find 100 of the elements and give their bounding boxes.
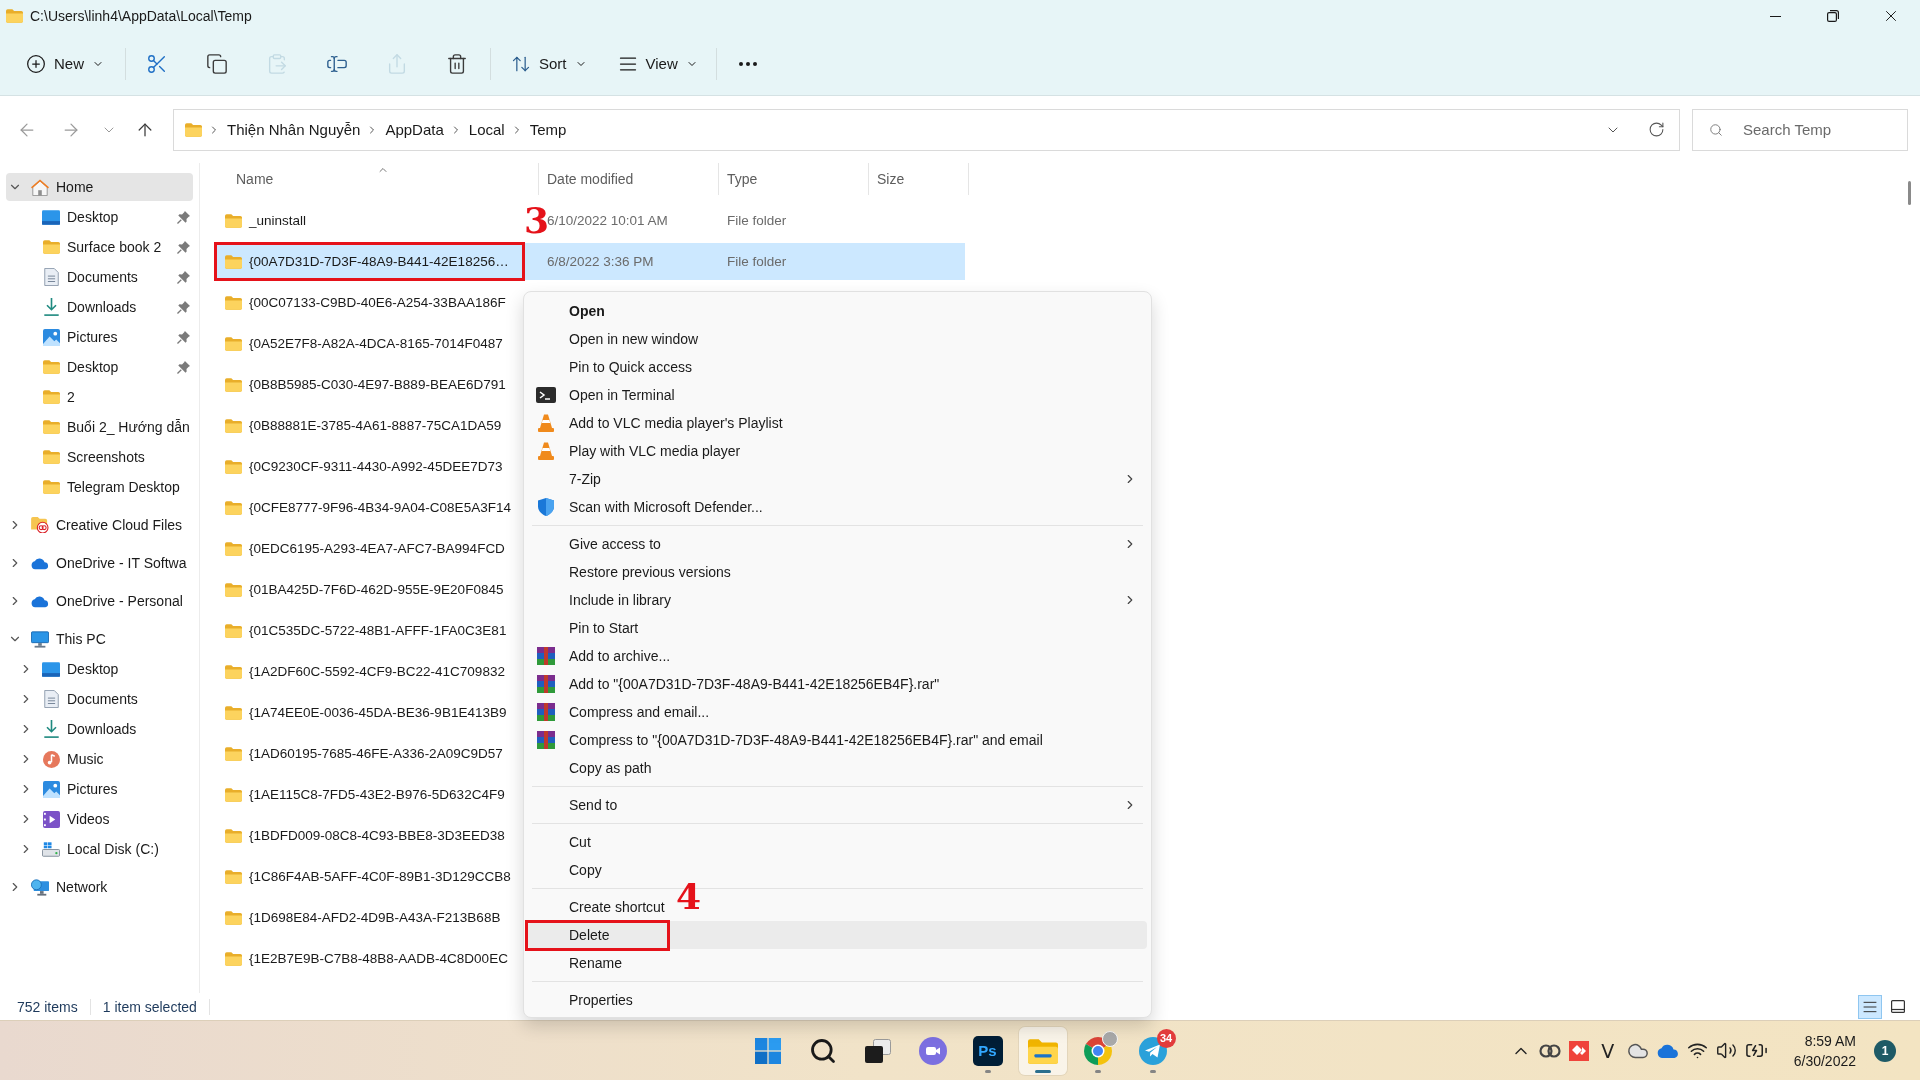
- sidebar-item[interactable]: Downloads: [6, 293, 193, 321]
- file-name[interactable]: {1E2B7E9B-C7B8-48B8-AADB-4C8D00EC: [249, 951, 508, 966]
- file-name[interactable]: {1A74EE0E-0036-45DA-BE36-9B1E413B9: [249, 705, 507, 720]
- menu-item[interactable]: Give access to: [528, 530, 1147, 558]
- clock-time[interactable]: 8:59 AM: [1804, 1030, 1856, 1051]
- menu-item[interactable]: Add to VLC media player's Playlist: [528, 409, 1147, 437]
- file-name[interactable]: {00C07133-C9BD-40E6-A254-33BAA186F: [249, 295, 506, 310]
- sidebar-item[interactable]: Home: [6, 173, 193, 201]
- menu-item[interactable]: Scan with Microsoft Defender...: [528, 493, 1147, 521]
- sidebar-item[interactable]: OneDrive - Personal: [6, 587, 193, 615]
- taskbar-app-button[interactable]: 34: [1128, 1026, 1177, 1075]
- view-button[interactable]: View: [609, 43, 706, 84]
- refresh-icon[interactable]: [1648, 121, 1665, 138]
- sidebar-item[interactable]: Local Disk (C:): [6, 835, 193, 863]
- menu-item[interactable]: Send to: [528, 791, 1147, 819]
- file-name[interactable]: {1D698E84-AFD2-4D9B-A43A-F213B68B: [249, 910, 501, 925]
- file-name[interactable]: {01C535DC-5722-48B1-AFFF-1FA0C3E81: [249, 623, 507, 638]
- menu-item[interactable]: Open in new window: [528, 325, 1147, 353]
- unread-count-badge: 34: [1156, 1028, 1176, 1048]
- sidebar-item[interactable]: 2: [6, 383, 193, 411]
- column-header[interactable]: Date modified: [539, 163, 719, 195]
- sidebar-item[interactable]: Documents: [6, 685, 193, 713]
- sidebar-item[interactable]: Desktop: [6, 353, 193, 381]
- menu-item[interactable]: Play with VLC media player: [528, 437, 1147, 465]
- menu-item[interactable]: Open: [528, 297, 1147, 325]
- breadcrumb-item[interactable]: Thiện Nhân Nguyễn: [227, 121, 361, 138]
- file-name[interactable]: {1A2DF60C-5592-4CF9-BC22-41C709832: [249, 664, 505, 679]
- file-name[interactable]: {0CFE8777-9F96-4B34-9A04-C08E5A3F14: [249, 500, 511, 515]
- column-header[interactable]: Type: [719, 163, 869, 195]
- column-header[interactable]: Size: [869, 163, 969, 195]
- menu-item[interactable]: Compress to "{00A7D31D-7D3F-48A9-B441-42E18256EB4F}.rar" and email: [528, 726, 1147, 754]
- menu-item[interactable]: Pin to Start: [528, 614, 1147, 642]
- taskbar-app-button[interactable]: Ps: [963, 1026, 1012, 1075]
- menu-item[interactable]: Cut: [528, 828, 1147, 856]
- breadcrumb-item[interactable]: Local: [468, 121, 505, 138]
- menu-item[interactable]: Properties: [528, 986, 1147, 1014]
- scrollbar-thumb[interactable]: [1908, 181, 1911, 205]
- file-name[interactable]: {0EDC6195-A293-4EA7-AFC7-BA994FCD: [249, 541, 505, 556]
- breadcrumb-item[interactable]: Temp: [529, 121, 567, 138]
- folder-icon: [225, 951, 242, 966]
- new-button[interactable]: New: [18, 43, 112, 84]
- menu-item[interactable]: Restore previous versions: [528, 558, 1147, 586]
- sidebar-item[interactable]: Network: [6, 873, 193, 901]
- file-name[interactable]: {1AE115C8-7FD5-43E2-B976-5D632C4F9: [249, 787, 505, 802]
- speaker-icon[interactable]: [1715, 1040, 1737, 1061]
- menu-item[interactable]: 7-Zip: [528, 465, 1147, 493]
- input-method-indicator[interactable]: V: [1596, 1039, 1619, 1062]
- folder-icon: [225, 787, 242, 802]
- sidebar-item[interactable]: Screenshots: [6, 443, 193, 471]
- file-name[interactable]: _uninstall: [249, 213, 307, 228]
- sidebar-item[interactable]: Buổi 2_ Hướng dẫn: [6, 413, 193, 441]
- file-name[interactable]: {0B88881E-3785-4A61-8887-75CA1DA59: [249, 418, 502, 433]
- menu-item[interactable]: Copy as path: [528, 754, 1147, 782]
- sidebar-item[interactable]: Telegram Desktop: [6, 473, 193, 501]
- sidebar-item[interactable]: Pictures: [6, 323, 193, 351]
- menu-item[interactable]: Delete: [528, 921, 1147, 949]
- file-name[interactable]: {1BDFD009-08C8-4C93-BBE8-3D3EED38: [249, 828, 505, 843]
- address-bar[interactable]: Thiện Nhân Nguyễn AppData Local Temp: [173, 108, 1680, 151]
- selection-count: 1 item selected: [102, 998, 197, 1015]
- file-name[interactable]: {1C86F4AB-5AFF-4C0F-89B1-3D129CCB8: [249, 869, 511, 884]
- search-field[interactable]: Search Temp: [1692, 108, 1908, 151]
- file-name[interactable]: {0C9230CF-9311-4430-A992-45DEE7D73: [249, 459, 503, 474]
- linked-rings-icon[interactable]: [1538, 1043, 1561, 1058]
- details-view-button[interactable]: [1858, 994, 1882, 1019]
- desktop-icon: [42, 209, 60, 225]
- sidebar-item[interactable]: This PC: [6, 625, 193, 653]
- menu-item[interactable]: Add to archive...: [528, 642, 1147, 670]
- sidebar-item[interactable]: Documents: [6, 263, 193, 291]
- sort-button[interactable]: Sort: [503, 43, 595, 84]
- sidebar-item[interactable]: OneDrive - IT Softwa: [6, 549, 193, 577]
- folder-icon: [225, 582, 242, 597]
- file-name[interactable]: {01BA425D-7F6D-462D-955E-9E20F0845: [249, 582, 504, 597]
- menu-item[interactable]: Pin to Quick access: [528, 353, 1147, 381]
- sidebar-item[interactable]: Music: [6, 745, 193, 773]
- file-name[interactable]: {1AD60195-7685-46FE-A336-2A09C9D57: [249, 746, 503, 761]
- selected-file-row[interactable]: {00A7D31D-7D3F-48A9-B441-42E18256… 6/8/2022 3:36 PM File folder: [215, 243, 965, 280]
- sidebar-item[interactable]: Surface book 2: [6, 233, 193, 261]
- terminal-icon: [536, 387, 556, 403]
- cloud-icon: [31, 594, 49, 608]
- menu-item[interactable]: Add to "{00A7D31D-7D3F-48A9-B441-42E18256EB4F}.rar": [528, 670, 1147, 698]
- menu-item[interactable]: Include in library: [528, 586, 1147, 614]
- sidebar-item[interactable]: Creative Cloud Files: [6, 511, 193, 539]
- more-icon: [738, 61, 757, 66]
- cloud-icon[interactable]: [1656, 1043, 1679, 1058]
- notification-badge[interactable]: 1: [1874, 1039, 1896, 1062]
- clock-date[interactable]: 6/30/2022: [1793, 1050, 1856, 1071]
- column-header[interactable]: Name: [215, 163, 539, 195]
- sidebar-item[interactable]: Downloads: [6, 715, 193, 743]
- diamond-tile-icon[interactable]: [1568, 1040, 1589, 1061]
- download-arrow-icon: [43, 298, 59, 316]
- sidebar-item[interactable]: Videos: [6, 805, 193, 833]
- file-name[interactable]: {0A52E7F8-A82A-4DCA-8165-7014F0487: [249, 336, 503, 351]
- file-name[interactable]: {0B8B5985-C030-4E97-B889-BEAE6D791: [249, 377, 506, 392]
- breadcrumb-item[interactable]: AppData: [385, 121, 444, 138]
- sidebar-item[interactable]: Pictures: [6, 775, 193, 803]
- sidebar-item[interactable]: Desktop: [6, 655, 193, 683]
- menu-item[interactable]: Open in Terminal: [528, 381, 1147, 409]
- sidebar-item[interactable]: Desktop: [6, 203, 193, 231]
- menu-item[interactable]: Compress and email...: [528, 698, 1147, 726]
- menu-item[interactable]: Rename: [528, 949, 1147, 977]
